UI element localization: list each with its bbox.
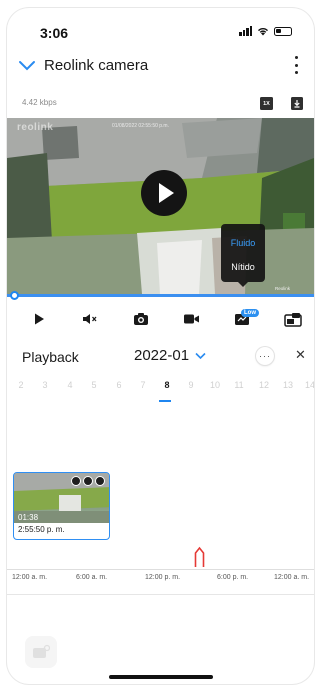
cellular-signal-icon <box>239 26 252 36</box>
person-detect-icon <box>71 476 81 486</box>
day-item[interactable]: 10 <box>208 380 222 390</box>
month-chevron-down-icon[interactable] <box>195 352 206 360</box>
day-item[interactable]: 3 <box>38 380 52 390</box>
day-item[interactable]: 7 <box>136 380 150 390</box>
playback-more-button[interactable]: ··· <box>256 347 274 365</box>
timeline-divider <box>7 594 314 595</box>
day-item[interactable]: 4 <box>63 380 77 390</box>
playback-header: Playback 2022-01 ··· ✕ <box>7 345 314 369</box>
day-strip: 2 3 4 5 6 7 8 9 10 11 12 13 14 <box>7 380 314 398</box>
playback-speed-button[interactable]: 1X <box>260 97 273 110</box>
download-button[interactable] <box>291 97 303 110</box>
day-item[interactable]: 6 <box>112 380 126 390</box>
download-icon <box>294 100 300 108</box>
bitrate-readout: 4.42 kbps <box>22 98 57 107</box>
clip-detection-icons <box>71 476 105 486</box>
day-item[interactable]: 5 <box>87 380 101 390</box>
vehicle-detect-icon <box>95 476 105 486</box>
video-watermark: reolink <box>17 122 54 133</box>
video-camera-name-overlay: Reolink <box>275 286 291 291</box>
timeline-label: 12:00 a. m. <box>274 574 310 581</box>
quality-option-nitido[interactable]: Nítido <box>221 262 265 272</box>
collapse-chevron-icon[interactable] <box>18 60 36 72</box>
clip-start-time: 2:55:50 p. m. <box>18 525 65 534</box>
status-icons <box>239 26 292 36</box>
clip-duration: 01:38 <box>18 513 39 522</box>
status-time: 3:06 <box>40 25 69 41</box>
more-options-icon[interactable] <box>293 56 299 74</box>
record-video-icon[interactable] <box>183 312 200 326</box>
month-selector[interactable]: 2022-01 <box>134 347 189 364</box>
wifi-icon <box>257 28 269 36</box>
stream-info-row: 4.42 kbps 1X <box>7 94 314 114</box>
timeline-label: 12:00 p. m. <box>145 574 181 581</box>
snapshot-camera-icon[interactable] <box>133 312 149 326</box>
camera-title: Reolink camera <box>44 57 149 74</box>
day-item[interactable]: 12 <box>257 380 271 390</box>
quality-menu-caret <box>238 282 248 287</box>
battery-icon <box>274 26 292 36</box>
picture-in-picture-icon[interactable] <box>284 312 302 327</box>
day-item[interactable]: 9 <box>184 380 198 390</box>
close-icon[interactable]: ✕ <box>295 347 306 363</box>
timeline-label: 6:00 p. m. <box>217 574 249 581</box>
quality-badge: Low <box>241 309 259 317</box>
timeline-label: 6:00 a. m. <box>76 574 108 581</box>
day-item[interactable]: 13 <box>281 380 295 390</box>
header: Reolink camera <box>7 52 314 84</box>
play-overlay-button[interactable] <box>141 170 187 216</box>
playback-progress-bar[interactable] <box>7 294 314 297</box>
player-toolbar <box>7 306 314 334</box>
playback-progress-handle[interactable] <box>10 291 19 300</box>
recording-clip-card[interactable]: 01:38 2:55:50 p. m. <box>13 472 110 540</box>
day-item[interactable]: 14 <box>303 380 314 390</box>
day-item-selected[interactable]: 8 <box>160 380 174 390</box>
camera-add-icon <box>33 644 50 658</box>
selected-day-indicator <box>159 400 171 402</box>
play-icon[interactable] <box>32 312 46 326</box>
quality-option-fluido[interactable]: Fluido <box>221 238 265 248</box>
status-bar: 3:06 <box>7 8 314 48</box>
app-screen: 3:06 Reolink camera 4.42 kbps 1X reolink… <box>7 8 314 684</box>
timeline-label: 12:00 a. m. <box>12 574 48 581</box>
mute-icon[interactable] <box>82 312 98 326</box>
video-player[interactable]: reolink 01/08/2022 02:55:50 p.m. Reolink… <box>7 118 314 294</box>
day-item[interactable]: 2 <box>14 380 28 390</box>
day-item[interactable]: 11 <box>232 380 246 390</box>
motion-detect-icon <box>83 476 93 486</box>
floating-camera-button[interactable] <box>25 636 57 668</box>
video-timestamp-overlay: 01/08/2022 02:55:50 p.m. <box>112 123 169 129</box>
quality-menu: Fluido Nítido <box>221 224 265 287</box>
home-indicator <box>109 675 213 679</box>
timeline-cursor[interactable] <box>194 546 205 568</box>
playback-label: Playback <box>22 349 79 365</box>
timeline-axis[interactable] <box>7 569 314 570</box>
